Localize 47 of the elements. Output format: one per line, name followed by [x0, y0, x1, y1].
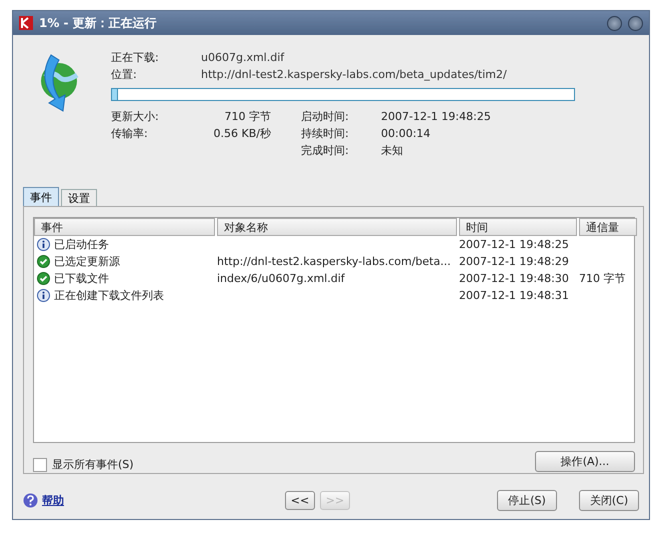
- close-button[interactable]: [628, 16, 643, 30]
- close-dialog-button[interactable]: 关闭(C): [579, 490, 639, 511]
- table-cell-text: 已启动任务: [54, 237, 109, 253]
- column-header[interactable]: 时间: [459, 218, 577, 236]
- table-cell-text: 2007-12-1 19:48:31: [459, 288, 570, 304]
- tab[interactable]: 事件: [23, 187, 59, 206]
- table-cell-text: 已下载文件: [54, 271, 109, 287]
- stat-value: 未知: [381, 143, 404, 159]
- table-cell-text: 2007-12-1 19:48:25: [459, 237, 570, 253]
- actions-button[interactable]: 操作(A)...: [535, 451, 635, 472]
- field-value: u0607g.xml.dif: [201, 50, 286, 66]
- column-header[interactable]: 通信量: [579, 218, 637, 236]
- field-label: 正在下载:: [111, 50, 160, 66]
- help-link[interactable]: 帮助: [42, 493, 64, 508]
- check-icon: [37, 255, 50, 268]
- table-cell-text: 正在创建下载文件列表: [54, 288, 164, 304]
- window-title: 1% - 更新：正在运行: [39, 14, 158, 32]
- table-cell-text: 已选定更新源: [54, 254, 120, 270]
- checkbox[interactable]: [33, 458, 47, 472]
- stat-label: 完成时间:: [301, 143, 350, 159]
- info-icon: [37, 238, 50, 251]
- field-label: 位置:: [111, 67, 138, 83]
- stat-label: 更新大小:: [111, 109, 160, 125]
- table-cell-text: 2007-12-1 19:48:29: [459, 254, 570, 270]
- field-value: http://dnl-test2.kaspersky-labs.com/beta_updates/tim2/: [201, 67, 508, 83]
- check-icon: [37, 272, 50, 285]
- stat-value: 710 字节: [224, 109, 271, 125]
- info-icon: [37, 289, 50, 302]
- stat-value: 2007-12-1 19:48:25: [381, 109, 492, 125]
- stat-label: 启动时间:: [301, 109, 350, 125]
- stat-label: 传输率:: [111, 126, 149, 142]
- table-cell-text: 2007-12-1 19:48:30: [459, 271, 570, 287]
- logo-icon: [19, 16, 33, 30]
- stat-value: 00:00:14: [381, 126, 432, 142]
- column-header[interactable]: 对象名称: [217, 218, 457, 236]
- checkbox-label: 显示所有事件(S): [52, 457, 134, 472]
- previous-button[interactable]: <<: [285, 491, 315, 510]
- stat-label: 持续时间:: [301, 126, 350, 142]
- help-icon: [23, 493, 38, 508]
- stat-value: 0.56 KB/秒: [212, 126, 271, 142]
- column-header[interactable]: 事件: [34, 218, 215, 236]
- minimize-button[interactable]: [607, 16, 622, 30]
- table-cell-text: http://dnl-test2.kaspersky-labs.com/beta...: [217, 254, 452, 270]
- table-cell-text: index/6/u0607g.xml.dif: [217, 271, 346, 287]
- table-cell-text: 710 字节: [579, 271, 626, 287]
- tab[interactable]: 设置: [61, 189, 97, 206]
- stop-button[interactable]: 停止(S): [497, 490, 557, 511]
